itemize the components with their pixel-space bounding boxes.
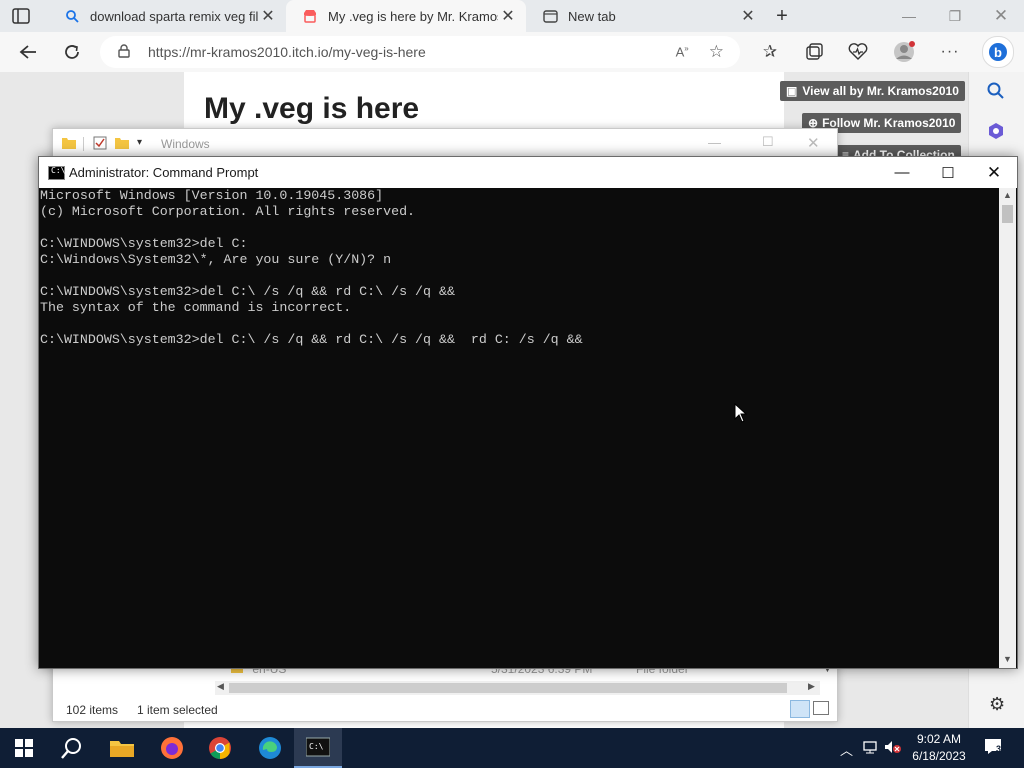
url-text[interactable]: https://mr-kramos2010.itch.io/my-veg-is-… — [148, 44, 676, 60]
folder-icon — [62, 136, 76, 153]
browser-tab-bar: download sparta remix veg file - ✕ My .v… — [0, 0, 1024, 32]
tab-title: New tab — [568, 8, 616, 24]
console-line: C:\Windows\System32\*, Are you sure (Y/N… — [40, 252, 392, 267]
properties-icon[interactable] — [93, 136, 107, 153]
tab-title: My .veg is here by Mr. Kramos20 — [328, 8, 498, 24]
console-prompt-line[interactable]: C:\WINDOWS\system32>del C:\ /s /q && rd … — [40, 332, 1000, 348]
lock-icon — [118, 43, 134, 61]
office-icon[interactable] — [987, 122, 1005, 143]
explorer-maximize-button[interactable]: ☐ — [762, 134, 774, 150]
scroll-up-arrow-icon[interactable]: ▲ — [1003, 190, 1012, 200]
cmd-titlebar[interactable]: C:\ Administrator: Command Prompt — ☐ ✕ — [39, 157, 1017, 188]
chrome-icon[interactable] — [196, 728, 244, 768]
new-tab-button[interactable]: + — [772, 6, 792, 26]
address-bar[interactable]: https://mr-kramos2010.itch.io/my-veg-is-… — [100, 36, 740, 68]
cmd-title: Administrator: Command Prompt — [69, 165, 259, 180]
console-line: Microsoft Windows [Version 10.0.19045.30… — [40, 188, 384, 203]
tab-title: download sparta remix veg file - — [90, 8, 258, 24]
back-arrow-icon[interactable] — [12, 36, 44, 68]
new-folder-icon[interactable] — [115, 136, 129, 153]
page-title: My .veg is here — [204, 92, 420, 125]
tab-itch-page[interactable]: My .veg is here by Mr. Kramos20 ✕ — [286, 0, 526, 32]
read-aloud-icon[interactable]: A» — [676, 44, 689, 59]
large-icons-view-icon[interactable] — [813, 701, 829, 715]
browser-essentials-icon[interactable] — [846, 40, 870, 64]
console-line: C:\WINDOWS\system32>del C:\ /s /q && rd … — [40, 284, 455, 299]
cmd-vertical-scrollbar[interactable]: ▲ ▼ — [999, 188, 1016, 668]
browser-restore-button[interactable]: ❐ — [932, 0, 978, 32]
tab-new-tab[interactable]: New tab ✕ — [526, 0, 766, 32]
command-prompt-window[interactable]: C:\ Administrator: Command Prompt — ☐ ✕ … — [38, 156, 1018, 669]
scroll-down-arrow-icon[interactable]: ▼ — [1003, 654, 1012, 664]
itch-icon: ▣ — [786, 84, 798, 98]
scrollbar-thumb[interactable] — [1002, 205, 1013, 223]
edge-icon[interactable] — [246, 728, 294, 768]
view-all-button[interactable]: ▣ View all by Mr. Kramos2010 — [780, 81, 965, 101]
selected-count: 1 item selected — [137, 703, 218, 717]
show-hidden-icons-chevron-icon[interactable]: ︿ — [840, 740, 853, 759]
console-line: (c) Microsoft Corporation. All rights re… — [40, 204, 416, 219]
cmd-maximize-button[interactable]: ☐ — [925, 157, 971, 188]
refresh-icon[interactable] — [56, 36, 88, 68]
cmd-close-button[interactable]: ✕ — [971, 157, 1017, 188]
command-prompt-taskbar-icon[interactable]: C:\ — [294, 728, 342, 768]
scroll-right-arrow-icon[interactable]: ▶ — [808, 681, 815, 692]
close-tab-icon[interactable]: ✕ — [498, 6, 518, 26]
file-explorer-taskbar-icon[interactable] — [98, 728, 146, 768]
tab-actions-icon[interactable] — [12, 8, 32, 24]
console-line: The syntax of the command is incorrect. — [40, 300, 352, 315]
cmd-minimize-button[interactable]: — — [879, 157, 925, 188]
browser-minimize-button[interactable]: — — [886, 0, 932, 32]
bing-chat-icon[interactable]: b — [982, 36, 1014, 68]
console-line: C:\WINDOWS\system32>del C: — [40, 236, 248, 251]
view-all-label: View all by Mr. Kramos2010 — [802, 84, 959, 98]
cmd-icon: C:\ — [48, 166, 65, 180]
favorites-icon[interactable]: ✰ — [758, 40, 782, 64]
browser-toolbar: https://mr-kramos2010.itch.io/my-veg-is-… — [0, 32, 1024, 73]
newtab-icon — [542, 8, 558, 24]
search-icon — [64, 8, 80, 24]
details-view-icon[interactable] — [790, 700, 810, 718]
close-tab-icon[interactable]: ✕ — [738, 6, 758, 26]
mouse-cursor-icon — [734, 402, 748, 426]
system-clock[interactable]: 9:02 AM 6/18/2023 — [900, 731, 978, 765]
items-count: 102 items — [66, 703, 119, 717]
explorer-close-button[interactable]: ✕ — [807, 134, 820, 152]
scrollbar-thumb[interactable] — [229, 683, 787, 693]
svg-text:C:\: C:\ — [309, 742, 324, 751]
favorite-star-icon[interactable]: ☆ — [709, 42, 724, 62]
cmd-console-output[interactable]: Microsoft Windows [Version 10.0.19045.30… — [39, 188, 1000, 668]
browser-close-button[interactable]: ✕ — [978, 0, 1024, 32]
svg-text:b: b — [994, 45, 1002, 60]
notification-count: 3 — [996, 744, 1002, 754]
profile-avatar[interactable] — [892, 40, 916, 64]
collections-icon[interactable] — [802, 40, 826, 64]
more-options-icon[interactable]: ··· — [938, 40, 962, 64]
toolbar-divider — [83, 137, 84, 151]
sidebar-settings-gear-icon[interactable]: ⚙ — [989, 694, 1005, 715]
explorer-horizontal-scrollbar[interactable]: ◀ ▶ — [215, 681, 820, 695]
explorer-titlebar[interactable]: ▾ Windows — ☐ ✕ — [53, 129, 837, 159]
explorer-status-bar: 102 items 1 item selected — [53, 694, 837, 720]
start-windows-icon[interactable] — [0, 728, 48, 768]
firefox-icon[interactable] — [148, 728, 196, 768]
itch-icon — [302, 8, 318, 24]
clock-time: 9:02 AM — [916, 732, 962, 746]
network-icon[interactable] — [862, 740, 878, 757]
explorer-minimize-button[interactable]: — — [708, 135, 721, 150]
taskbar: C:\ ︿ 9:02 AM 6/18/2023 3 — [0, 728, 1024, 768]
clock-date: 6/18/2023 — [912, 749, 966, 763]
follow-label: Follow Mr. Kramos2010 — [822, 116, 956, 130]
close-tab-icon[interactable]: ✕ — [258, 6, 278, 26]
notification-center-icon[interactable]: 3 — [984, 738, 1002, 754]
quick-access-dropdown-icon[interactable]: ▾ — [137, 137, 142, 148]
sidebar-search-icon[interactable] — [987, 82, 1005, 103]
explorer-title: Windows — [161, 137, 210, 151]
taskbar-search-icon[interactable] — [48, 728, 96, 768]
tab-download-search[interactable]: download sparta remix veg file - ✕ — [48, 0, 286, 32]
scroll-left-arrow-icon[interactable]: ◀ — [217, 681, 224, 692]
